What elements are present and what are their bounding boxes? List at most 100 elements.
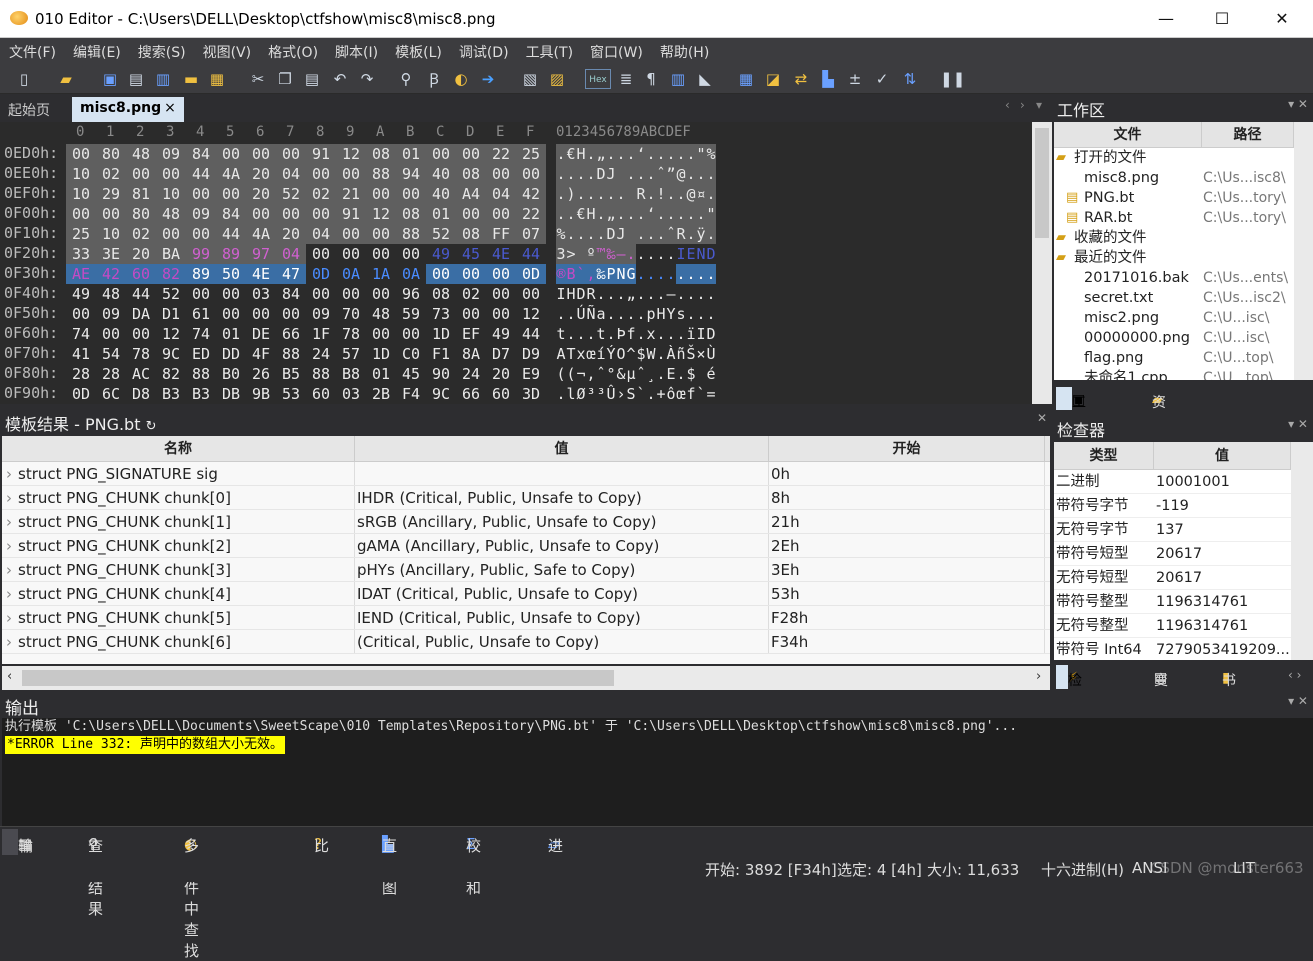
hex-byte[interactable]: 59	[396, 304, 426, 324]
expand-chevron-icon[interactable]: ›	[6, 561, 12, 579]
hex-byte[interactable]: EF	[456, 324, 486, 344]
hex-byte[interactable]: BA	[156, 244, 186, 264]
ascii-char[interactable]: ™	[596, 244, 606, 264]
hex-byte[interactable]: 12	[366, 204, 396, 224]
hex-byte[interactable]: 10	[156, 184, 186, 204]
ascii-char[interactable]: °	[606, 364, 616, 384]
hex-byte[interactable]: 88	[396, 224, 426, 244]
hex-row[interactable]: 0EF0h: 10 29 81 10 00 00 20 52 02 21 00 00 40 A4 04 42.)…	[0, 184, 720, 204]
hex-byte[interactable]: 89	[216, 244, 246, 264]
ascii-char[interactable]: Ý	[606, 344, 616, 364]
ascii-char[interactable]: .	[666, 244, 676, 264]
ascii-char[interactable]: ^	[626, 344, 636, 364]
workspace-item[interactable]: 20171016.bak C:\Us...ents\	[1054, 268, 1294, 288]
ascii-char[interactable]: .	[706, 304, 716, 324]
menu-file[interactable]: 文件(F)	[0, 38, 64, 62]
ascii-char[interactable]: x	[576, 344, 586, 364]
ascii-char[interactable]: %	[706, 144, 716, 164]
hex-byte[interactable]: 6C	[96, 384, 126, 404]
hex-byte[interactable]: 60	[486, 384, 516, 404]
save-icon[interactable]: ▣	[100, 69, 120, 89]
ascii-char[interactable]: .	[676, 144, 686, 164]
hex-byte[interactable]: 70	[336, 304, 366, 324]
hex-byte[interactable]: 00	[306, 244, 336, 264]
expand-chevron-icon[interactable]: ›	[6, 513, 12, 531]
ascii-char[interactable]: ®	[556, 264, 566, 284]
hex-byte[interactable]: 00	[366, 224, 396, 244]
ascii-char[interactable]: Y	[666, 304, 676, 324]
hex-byte[interactable]: 1A	[366, 264, 396, 284]
hex-byte[interactable]: 97	[246, 244, 276, 264]
hex-byte[interactable]: 00	[366, 284, 396, 304]
ascii-char[interactable]: .	[706, 184, 716, 204]
ascii-char[interactable]: .	[576, 224, 586, 244]
ascii-char[interactable]: Ú	[576, 304, 586, 324]
ascii-char[interactable]: –	[666, 284, 676, 304]
ascii-char[interactable]: í	[596, 344, 606, 364]
hex-byte[interactable]: 1F	[306, 324, 336, 344]
ascii-char[interactable]: .	[656, 244, 666, 264]
hex-byte[interactable]: 08	[426, 284, 456, 304]
ascii-char[interactable]	[696, 364, 706, 384]
tab-find-results[interactable]: ⚲ 查找结果	[72, 829, 103, 918]
hex-byte[interactable]: 81	[126, 184, 156, 204]
ascii-char[interactable]: .	[646, 184, 656, 204]
output-log[interactable]: 执行模板 'C:\Users\DELL\Documents\SweetScape…	[2, 718, 1313, 826]
hex-byte[interactable]: 24	[306, 344, 336, 364]
hex-icon[interactable]: Hex	[585, 69, 611, 89]
expand-chevron-icon[interactable]: ›	[6, 609, 12, 627]
hex-byte[interactable]: 01	[426, 204, 456, 224]
goto-icon[interactable]: ➔	[478, 69, 498, 89]
ascii-char[interactable]: &	[616, 364, 626, 384]
ascii-char[interactable]: €	[566, 144, 576, 164]
ascii-char[interactable]: ¸	[646, 364, 656, 384]
redo-icon[interactable]: ↷	[357, 69, 377, 89]
hex-byte[interactable]: 08	[456, 164, 486, 184]
hex-byte[interactable]: 12	[336, 144, 366, 164]
ascii-char[interactable]: .	[676, 184, 686, 204]
tab-histogram[interactable]: ▙ 直方图	[366, 829, 397, 897]
compare-icon[interactable]: ⇄	[791, 69, 811, 89]
workspace-item[interactable]: 00000000.png C:\U...isc\	[1054, 328, 1294, 348]
hex-byte[interactable]: 09	[186, 204, 216, 224]
tab-output[interactable]: ▦ 输出	[2, 829, 33, 876]
find-in-files-icon[interactable]: ◐	[451, 69, 471, 89]
ascii-char[interactable]: .	[706, 284, 716, 304]
ascii-char[interactable]: ˆ	[656, 164, 666, 184]
hex-byte[interactable]: 44	[126, 284, 156, 304]
hex-byte[interactable]: 00	[486, 304, 516, 324]
hex-editor[interactable]: 0 1 2 3 4 5 6 7 8 9 A B C D E F 0123456789ABCDEF 0ED0h: 00…	[0, 122, 1032, 404]
scroll-right-icon[interactable]: ›	[1036, 669, 1041, 684]
hex-byte[interactable]: 00	[216, 144, 246, 164]
ascii-char[interactable]: .	[676, 204, 686, 224]
hex-byte[interactable]: 04	[276, 244, 306, 264]
template-col-name[interactable]: 名称	[2, 436, 355, 461]
hex-byte[interactable]: 48	[366, 304, 396, 324]
hex-byte[interactable]: 44	[516, 324, 546, 344]
hex-byte[interactable]: DD	[216, 344, 246, 364]
ascii-char[interactable]: .	[586, 164, 596, 184]
hex-byte[interactable]: 52	[276, 184, 306, 204]
tab-compare[interactable]: ? 比较	[298, 829, 329, 876]
ascii-char[interactable]: +	[656, 384, 666, 404]
expand-chevron-icon[interactable]: ›	[6, 465, 12, 483]
hex-byte[interactable]: 00	[366, 244, 396, 264]
hex-byte[interactable]: 09	[306, 304, 336, 324]
hex-byte[interactable]: 28	[96, 364, 126, 384]
hex-byte[interactable]: 41	[66, 344, 96, 364]
hex-byte[interactable]: 60	[126, 264, 156, 284]
hex-byte[interactable]: 80	[96, 144, 126, 164]
workspace-item[interactable]: ▤ RAR.bt C:\Us...tory\	[1054, 208, 1294, 228]
ascii-char[interactable]: N	[696, 244, 706, 264]
ascii-char[interactable]: „	[596, 144, 606, 164]
hex-byte[interactable]: 00	[276, 304, 306, 324]
ascii-char[interactable]: .	[566, 304, 576, 324]
ascii-char[interactable]: R	[586, 284, 596, 304]
tab-variables[interactable]: ▤ 变量	[1142, 665, 1168, 709]
ascii-char[interactable]: t	[556, 324, 566, 344]
hex-byte[interactable]: ED	[186, 344, 216, 364]
ascii-char[interactable]: ÿ	[696, 224, 706, 244]
ascii-char[interactable]: E	[666, 364, 676, 384]
hex-byte[interactable]: 54	[96, 344, 126, 364]
ascii-char[interactable]: .	[556, 304, 566, 324]
